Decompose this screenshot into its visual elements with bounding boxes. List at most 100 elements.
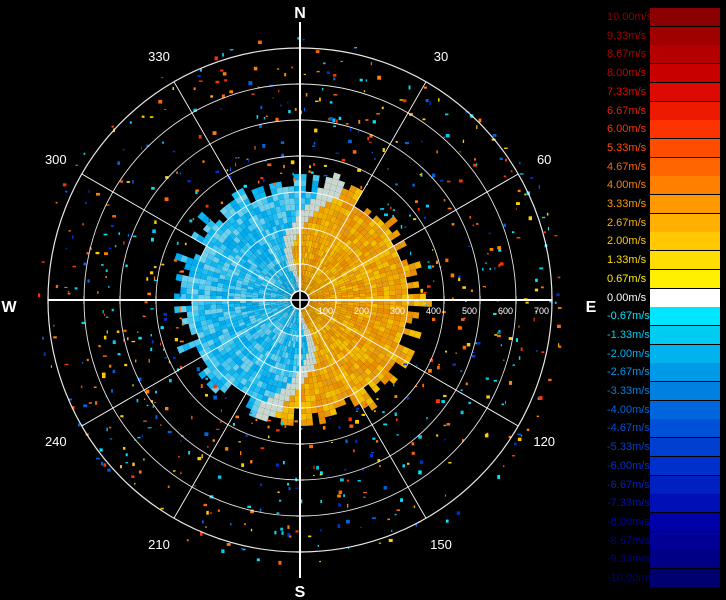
echo-speckle [82,223,84,226]
echo-speckle [265,115,268,117]
echo-speckle [149,116,154,118]
echo-speckle [530,177,534,179]
echo-cell [290,210,296,217]
echo-cell [222,303,229,309]
echo-speckle [505,158,507,162]
echo-speckle [515,338,518,342]
echo-speckle [332,74,337,77]
echo-speckle [474,158,476,161]
echo-speckle [406,397,409,400]
echo-speckle [489,248,494,251]
echo-speckle [102,375,106,379]
echo-speckle [404,142,409,145]
echo-speckle [295,530,299,533]
echo-speckle [176,241,179,245]
echo-speckle [256,115,259,119]
echo-speckle [446,519,449,523]
echo-speckle [378,542,382,544]
echo-speckle [155,415,158,420]
echo-cell [284,198,290,206]
echo-speckle [174,338,178,342]
echo-speckle [462,286,466,289]
echo-speckle [173,356,176,360]
echo-speckle [225,447,229,451]
echo-speckle [260,447,265,450]
echo-speckle [74,287,78,290]
echo-speckle [235,415,239,419]
echo-speckle [451,223,455,226]
echo-speckle [112,215,116,218]
echo-cell [412,281,420,289]
legend-row: 9.33m/s [603,26,726,46]
echo-speckle [205,377,208,380]
echo-cell [228,292,235,297]
echo-speckle [125,453,128,457]
echo-cell [304,377,309,384]
echo-speckle [422,302,426,305]
echo-speckle [65,247,68,250]
echo-cell [308,210,315,218]
compass-south: S [295,584,306,600]
echo-speckle [323,62,326,65]
echo-cell [305,395,311,402]
echo-cell [288,186,295,193]
echo-speckle [489,267,491,270]
echo-cell [305,198,311,205]
echo-speckle [426,417,428,420]
echo-speckle [512,364,515,366]
legend-row: 3.33m/s [603,195,726,214]
echo-speckle [127,233,130,237]
echo-speckle [257,180,260,184]
echo-speckle [153,266,157,269]
echo-speckle [456,511,460,515]
echo-cell [291,377,296,384]
echo-speckle [106,316,109,318]
legend-swatch [650,550,720,569]
echo-speckle [53,324,55,327]
echo-cell [291,222,297,229]
echo-speckle [422,118,426,121]
echo-speckle [419,174,422,176]
echo-speckle [383,423,388,426]
echo-speckle [72,265,76,268]
bearing-label: 150 [430,537,452,552]
echo-speckle [67,291,70,293]
legend-label: -8.00m/s [607,515,650,528]
echo-speckle [382,148,385,152]
echo-speckle [503,147,508,149]
echo-speckle [482,286,485,288]
echo-speckle [188,450,190,455]
compass-east: E [586,299,597,316]
echo-cell [382,308,390,315]
echo-speckle [484,433,489,438]
echo-speckle [458,277,461,281]
echo-speckle [132,180,134,184]
echo-speckle [65,190,68,193]
echo-cell [395,289,402,295]
echo-speckle [423,86,427,89]
echo-speckle [412,183,415,187]
echo-cell [310,394,316,402]
echo-speckle [424,216,427,220]
echo-speckle [411,451,415,455]
echo-speckle [354,47,358,49]
echo-speckle [129,121,132,124]
echo-speckle [281,422,283,426]
echo-speckle [161,263,165,266]
legend-label: 7.33m/s [607,85,647,98]
legend-swatch [650,82,720,101]
echo-speckle [321,87,324,91]
echo-speckle [533,317,535,322]
echo-cell [377,304,384,309]
echo-speckle [432,173,436,178]
echo-speckle [360,526,362,528]
echo-speckle [361,413,366,416]
echo-speckle [387,203,389,206]
legend-label: 0.67m/s [607,272,647,285]
legend-row: -7.33m/s [603,494,726,513]
echo-speckle [308,535,312,538]
echo-speckle [195,189,200,192]
echo-speckle [421,140,423,143]
echo-speckle [187,180,191,183]
echo-speckle [83,262,87,266]
